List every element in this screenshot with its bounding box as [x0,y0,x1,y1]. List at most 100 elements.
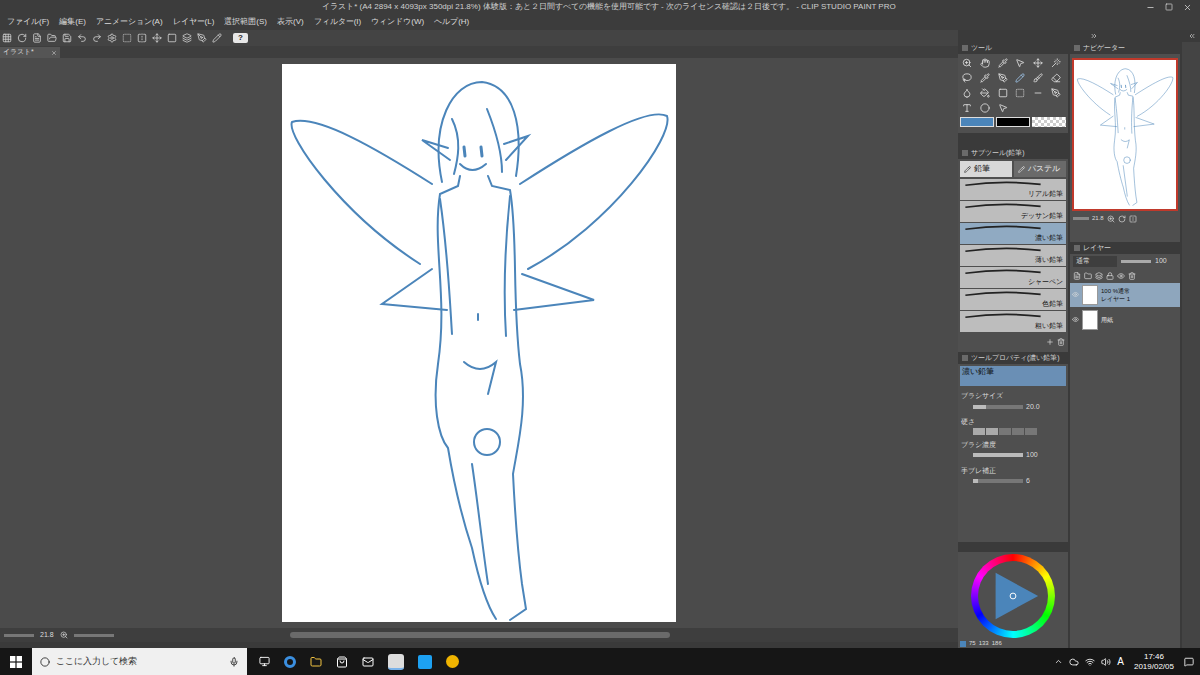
layer-tool-icon[interactable] [1073,272,1081,280]
tool-icon[interactable] [980,58,990,68]
windows-logo-icon[interactable] [10,656,22,668]
tool-icon[interactable] [1051,73,1061,83]
onedrive-icon[interactable] [1069,657,1079,667]
paper[interactable] [282,64,676,622]
pen-icon[interactable] [197,33,207,43]
crop-icon[interactable] [167,33,177,43]
tool-icon[interactable] [1051,88,1061,98]
tray-expand-icon[interactable] [1054,657,1063,666]
color-wheel[interactable] [971,554,1055,638]
sub-color-swatch[interactable] [996,117,1030,127]
tool-icon[interactable] [980,103,990,113]
close-icon[interactable] [1183,3,1192,12]
new-file-icon[interactable] [32,33,42,43]
opacity-value[interactable]: 100 [1155,256,1167,267]
add-sub-tool-icon[interactable] [1046,338,1054,346]
zoom-icon[interactable] [60,631,68,639]
layer-tool-icon[interactable] [1117,272,1125,280]
open-icon[interactable] [47,33,57,43]
transparent-swatch[interactable] [1032,117,1066,127]
menu-grid-icon[interactable] [2,33,12,43]
ime-indicator[interactable]: A [1117,654,1124,669]
layer-tool-icon[interactable] [1095,272,1103,280]
color-value[interactable]: 186 [992,639,1002,648]
mail-icon[interactable] [362,656,374,668]
collapse-icon[interactable] [1090,32,1098,40]
property-slider[interactable] [973,453,1023,457]
layer-icon[interactable] [182,33,192,43]
panel-grip-icon[interactable] [1074,45,1080,51]
menu-item[interactable]: 表示(V) [272,16,309,28]
mic-icon[interactable] [229,657,239,667]
visibility-icon[interactable] [1072,291,1079,298]
expand-icon[interactable] [1188,32,1196,40]
brush-item[interactable]: 濃い鉛筆 [960,223,1066,244]
menu-item[interactable]: ファイル(F) [2,16,54,28]
visibility-icon[interactable] [1072,316,1079,323]
settings-icon[interactable] [107,33,117,43]
color-value[interactable]: 133 [979,639,989,648]
network-icon[interactable] [1085,657,1095,667]
cloud-icon[interactable] [17,33,27,43]
zoom-value[interactable]: 21.8 [40,630,54,641]
panel-grip-icon[interactable] [962,355,968,361]
search-box[interactable]: ここに入力して検索 [32,648,247,675]
brush-item[interactable]: 色鉛筆 [960,289,1066,310]
transform-icon[interactable] [137,33,147,43]
sub-tool-tab[interactable]: パステル [1014,161,1066,177]
tool-icon[interactable] [1033,73,1043,83]
tool-icon[interactable] [962,73,972,83]
document-tab[interactable]: イラスト* [0,47,60,58]
menu-item[interactable]: 選択範囲(S) [219,16,272,28]
help-button[interactable]: ? [233,33,248,43]
brush-item[interactable]: 薄い鉛筆 [960,245,1066,266]
menu-item[interactable]: 編集(E) [54,16,91,28]
notification-icon[interactable] [1184,657,1194,667]
close-tab-icon[interactable] [51,50,57,56]
undo-icon[interactable] [77,33,87,43]
layer-tool-icon[interactable] [1084,272,1092,280]
nav-rotate-icon[interactable] [1118,215,1126,223]
canvas-area[interactable] [0,58,958,628]
task-view-icon[interactable] [259,656,270,667]
sub-tool-tab[interactable]: 鉛筆 [960,161,1012,177]
menu-item[interactable]: ヘルプ(H) [429,16,474,28]
tool-icon[interactable] [1051,58,1061,68]
app-icon[interactable] [446,655,459,668]
layer-tool-icon[interactable] [1128,272,1136,280]
pencil-icon[interactable] [212,33,222,43]
menu-item[interactable]: レイヤー(L) [168,16,220,28]
menu-item[interactable]: フィルター(I) [309,16,367,28]
main-color-swatch[interactable] [960,117,994,127]
color-triangle-icon[interactable] [984,567,1042,625]
tool-icon[interactable] [998,88,1008,98]
brush-item[interactable]: リアル鉛筆 [960,179,1066,200]
delete-sub-tool-icon[interactable] [1057,338,1065,346]
tool-icon[interactable] [1033,88,1043,98]
layer-row[interactable]: 用紙 [1070,308,1180,332]
layer-tool-icon[interactable] [1106,272,1114,280]
maximize-icon[interactable] [1165,3,1173,11]
edge-icon[interactable] [284,656,296,668]
hardness-steps[interactable] [973,428,1065,435]
tool-icon[interactable] [998,58,1008,68]
tool-icon[interactable] [1015,73,1025,83]
tool-icon[interactable] [1033,58,1043,68]
nav-flip-icon[interactable] [1129,215,1137,223]
select-all-icon[interactable] [122,33,132,43]
clip-studio-icon[interactable] [388,654,404,670]
navigator-preview[interactable] [1072,58,1178,211]
tool-icon[interactable] [962,58,972,68]
property-slider[interactable] [973,405,1023,409]
panel-grip-icon[interactable] [962,45,968,51]
nav-zoom-icon[interactable] [1107,215,1115,223]
blend-mode-select[interactable]: 通常 [1073,256,1117,267]
twitter-icon[interactable] [418,655,432,669]
property-slider[interactable] [973,479,1023,483]
tool-icon[interactable] [962,103,972,113]
horizontal-scrollbar[interactable] [290,632,670,638]
panel-grip-icon[interactable] [962,150,968,156]
color-value[interactable]: 75 [969,639,976,648]
redo-icon[interactable] [92,33,102,43]
panel-grip-icon[interactable] [1074,245,1080,251]
